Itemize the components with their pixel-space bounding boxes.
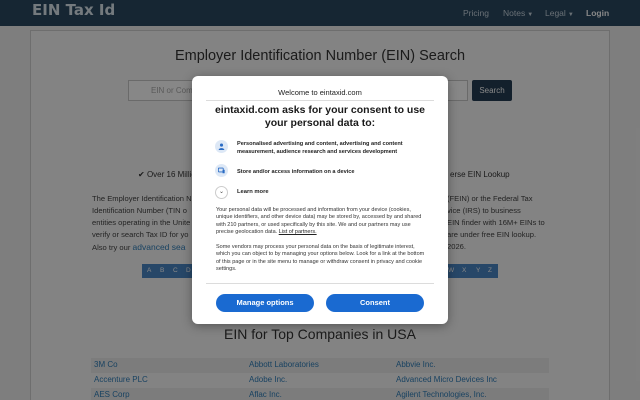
person-icon xyxy=(215,140,228,153)
list-of-partners-link[interactable]: List of partners. xyxy=(279,229,317,235)
device-icon xyxy=(215,164,228,177)
consent-paragraph-2: Some vendors may process your personal d… xyxy=(216,244,425,273)
purpose-store-access: Store and/or access information on a dev… xyxy=(237,169,355,175)
manage-options-button[interactable]: Manage options xyxy=(216,294,314,312)
learn-more-link[interactable]: Learn more xyxy=(237,189,269,195)
consent-paragraph-1: Your personal data will be processed and… xyxy=(216,207,422,236)
dialog-site-title: Welcome to eintaxid.com xyxy=(278,88,362,97)
learn-more-toggle[interactable]: ⌄ xyxy=(215,186,228,199)
consent-dialog: Welcome to eintaxid.com eintaxid.com ask… xyxy=(192,76,448,324)
divider xyxy=(206,283,434,284)
consent-button[interactable]: Consent xyxy=(326,294,424,312)
chevron-down-icon: ⌄ xyxy=(219,189,225,195)
divider xyxy=(206,100,434,101)
purpose-personalised-ads: Personalised advertising and content, ad… xyxy=(237,141,403,155)
dialog-heading: eintaxid.com asks for your consent to us… xyxy=(214,104,426,129)
